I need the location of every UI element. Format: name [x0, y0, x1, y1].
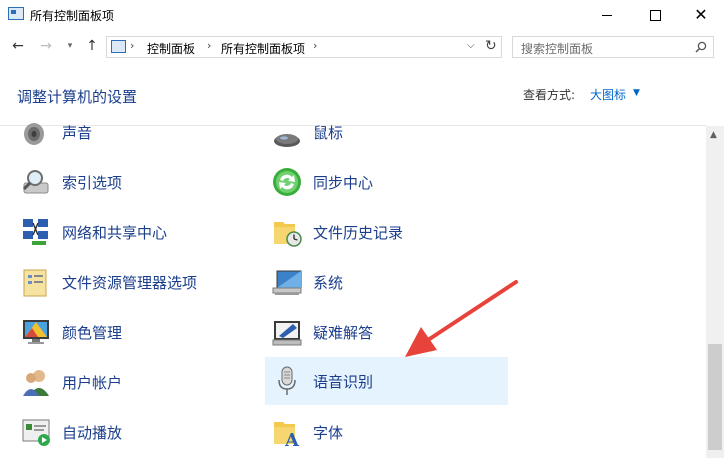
item-file-explorer-options[interactable]: 文件资源管理器选项: [14, 258, 254, 306]
breadcrumb-control-panel[interactable]: 控制面板: [147, 40, 195, 57]
item-label: 文件资源管理器选项: [62, 274, 198, 292]
close-button[interactable]: ✕: [678, 0, 724, 30]
item-label: 语音识别: [313, 373, 374, 391]
item-label: 系统: [313, 274, 344, 292]
item-label: 用户帐户: [62, 374, 123, 392]
item-label: 同步中心: [313, 174, 374, 192]
up-button[interactable]: ↑: [84, 38, 100, 54]
font-letter-glyph: A: [284, 430, 300, 448]
forward-button[interactable]: →: [38, 38, 54, 54]
control-panel-icon: [111, 40, 126, 53]
file-history-icon: [274, 222, 302, 247]
breadcrumb-separator: ›: [207, 39, 212, 52]
navigation-bar: ← → ▾ ↑ › 控制面板 › 所有控制面板项 › ⌵ ↻ 搜索控制面板: [0, 30, 724, 64]
autoplay-icon: [22, 419, 50, 446]
item-user-accounts[interactable]: 用户帐户: [14, 358, 254, 406]
fonts-icon: A: [274, 422, 300, 448]
scroll-up-icon[interactable]: ▲: [710, 130, 717, 140]
color-monitor-icon: [23, 320, 49, 344]
item-file-history[interactable]: 文件历史记录: [265, 208, 508, 256]
item-label: 网络和共享中心: [62, 224, 168, 242]
item-label: 疑难解答: [313, 324, 374, 342]
recent-locations-button[interactable]: ▾: [62, 38, 78, 54]
vertical-scrollbar[interactable]: ▲: [706, 126, 724, 458]
folder-options-icon: [23, 269, 47, 297]
sync-icon: [273, 168, 301, 196]
item-indexing-options[interactable]: 索引选项: [14, 158, 254, 206]
item-label: 文件历史记录: [313, 224, 404, 242]
item-troubleshooting[interactable]: 疑难解答: [265, 308, 508, 356]
chevron-down-icon[interactable]: ▼: [633, 88, 640, 98]
item-mouse[interactable]: 鼠标: [265, 108, 508, 156]
item-label: 鼠标: [313, 124, 344, 142]
network-icon: [23, 219, 48, 245]
item-network-sharing-center[interactable]: 网络和共享中心: [14, 208, 254, 256]
item-label: 索引选项: [62, 174, 123, 192]
minimize-button[interactable]: [584, 0, 630, 30]
breadcrumb-all-items[interactable]: 所有控制面板项: [221, 40, 305, 57]
item-label: 声音: [62, 124, 93, 142]
users-icon: [23, 370, 49, 396]
title-bar: 所有控制面板项 ✕: [0, 0, 724, 30]
item-label: 颜色管理: [62, 324, 123, 342]
minimize-icon: [602, 14, 612, 16]
back-button[interactable]: ←: [10, 38, 26, 54]
address-bar[interactable]: › 控制面板 › 所有控制面板项 › ⌵ ↻: [106, 36, 502, 58]
breadcrumb-separator: ›: [313, 39, 318, 52]
troubleshoot-icon: [272, 321, 302, 346]
item-sound[interactable]: 声音: [14, 108, 254, 156]
system-icon: [272, 270, 302, 295]
page-title: 调整计算机的设置: [17, 88, 138, 106]
search-icon[interactable]: [695, 41, 707, 53]
window-title: 所有控制面板项: [30, 9, 115, 23]
search-placeholder: 搜索控制面板: [521, 42, 594, 56]
item-label: 自动播放: [62, 424, 123, 442]
item-sync-center[interactable]: 同步中心: [265, 158, 508, 206]
view-by-label: 查看方式:: [523, 88, 576, 102]
search-input[interactable]: 搜索控制面板: [512, 36, 714, 58]
refresh-button[interactable]: ↻: [485, 38, 497, 54]
item-system[interactable]: 系统: [265, 258, 508, 306]
item-autoplay[interactable]: 自动播放: [14, 408, 254, 456]
item-label: 字体: [313, 424, 344, 442]
breadcrumb-separator: ›: [130, 39, 135, 52]
speaker-icon: [24, 123, 44, 145]
mouse-icon: [274, 134, 300, 147]
item-fonts[interactable]: A 字体: [265, 408, 508, 456]
maximize-icon: [649, 9, 661, 21]
maximize-button[interactable]: [632, 0, 678, 30]
item-speech-recognition[interactable]: 语音识别: [265, 357, 508, 405]
microphone-icon: [278, 366, 296, 395]
scrollbar-thumb[interactable]: [708, 344, 722, 450]
item-color-management[interactable]: 颜色管理: [14, 308, 254, 356]
address-dropdown-button[interactable]: ⌵: [467, 40, 475, 51]
control-panel-icon: [8, 7, 24, 20]
view-by-dropdown[interactable]: 大图标: [590, 86, 626, 103]
magnifier-icon: [22, 170, 49, 194]
